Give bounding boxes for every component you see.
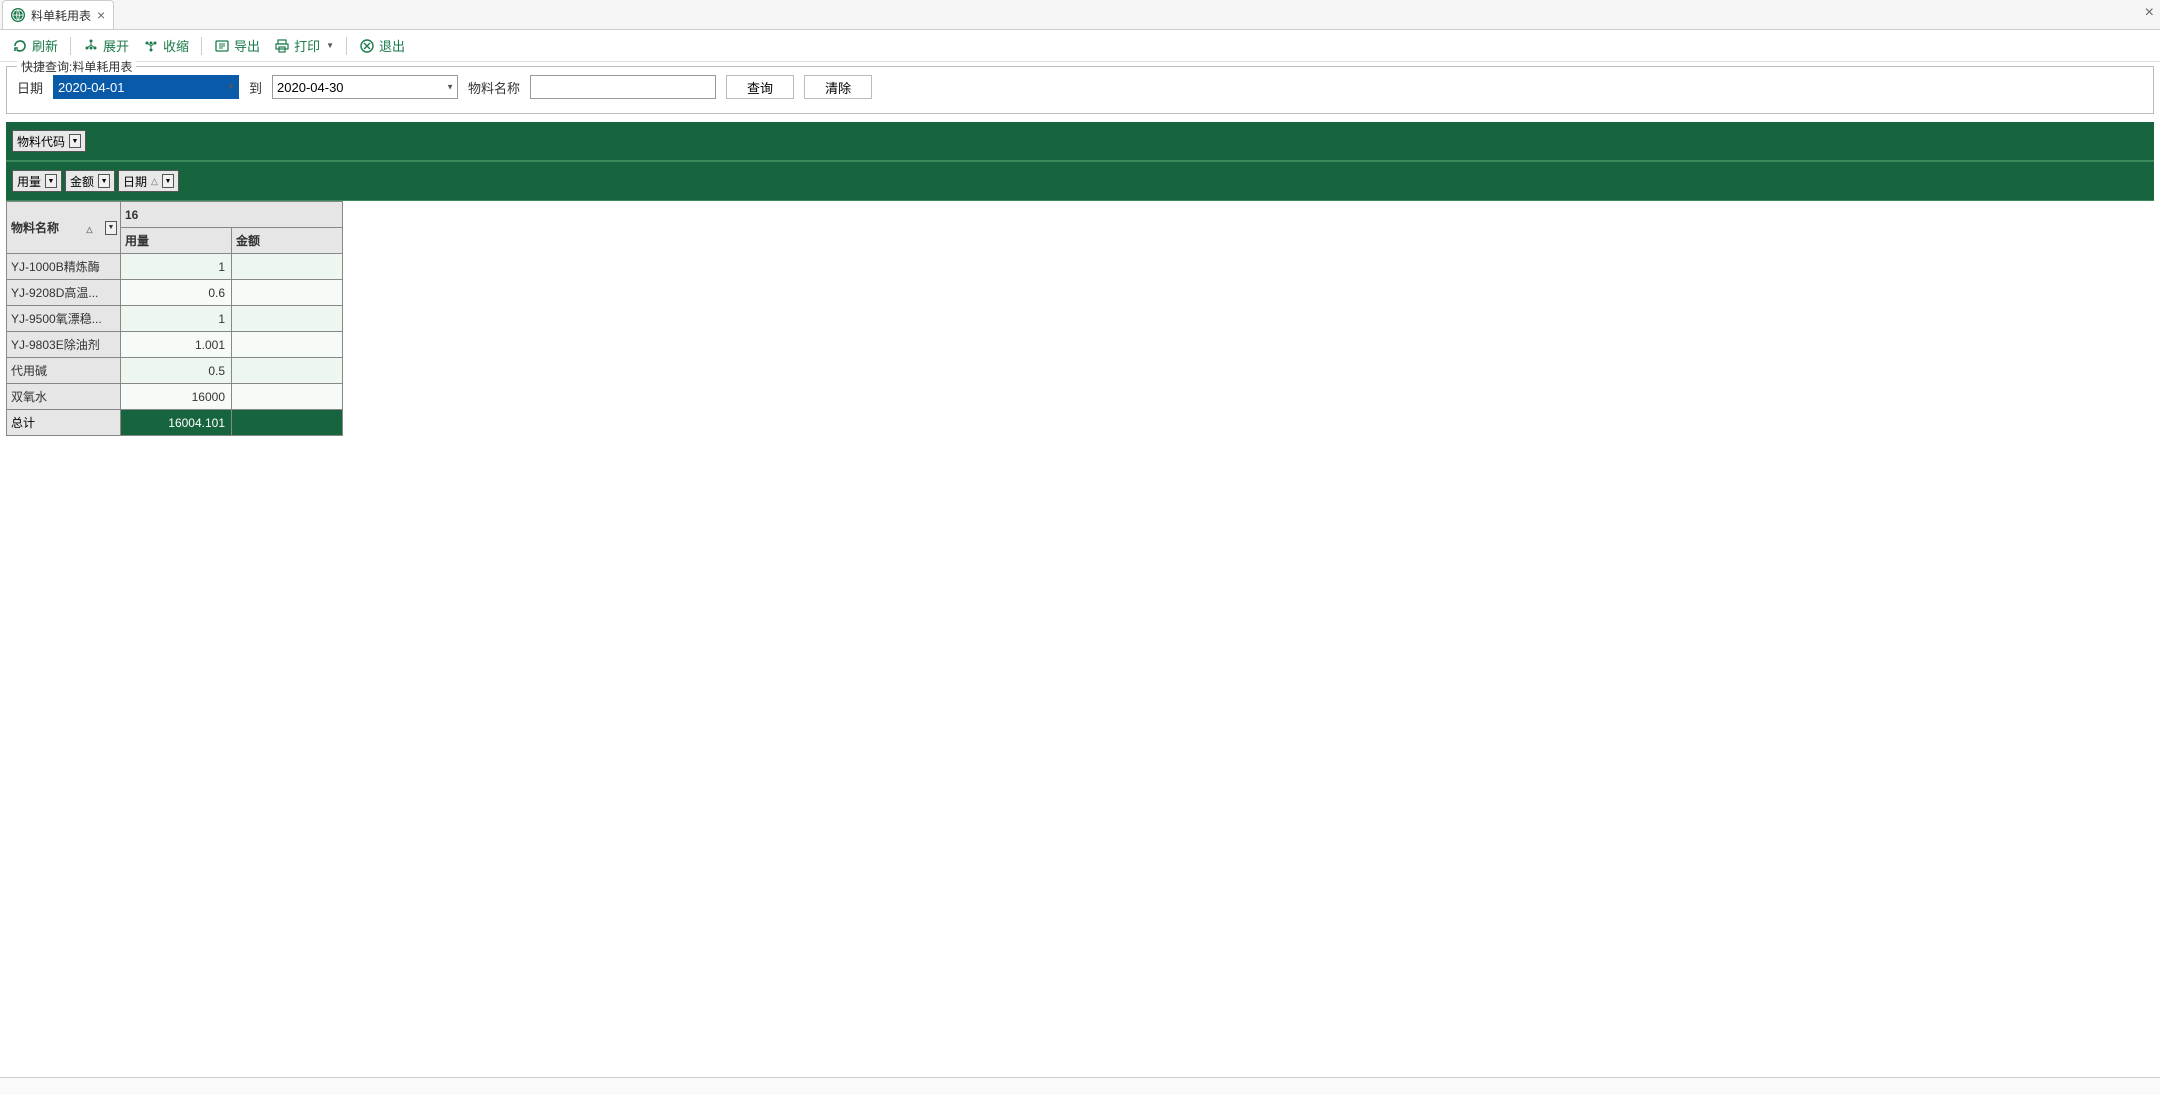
cell-amount xyxy=(232,384,343,410)
exit-icon xyxy=(359,38,375,54)
export-label: 导出 xyxy=(234,36,260,55)
refresh-label: 刷新 xyxy=(32,36,58,55)
status-bar xyxy=(0,1077,2160,1095)
cell-amount xyxy=(232,254,343,280)
row-label: YJ-9803E除油剂 xyxy=(7,332,121,358)
row-label: YJ-1000B精炼酶 xyxy=(7,254,121,280)
cell-amount xyxy=(232,358,343,384)
data-chip-usage[interactable]: 用量 ▼ xyxy=(12,170,62,192)
chevron-down-icon[interactable]: ▼ xyxy=(45,174,57,188)
collapse-icon xyxy=(143,38,159,54)
toolbar-separator xyxy=(201,37,202,55)
date-to-label: 到 xyxy=(249,78,262,97)
toolbar: 刷新 展开 收缩 导出 打印 ▼ 退出 xyxy=(0,30,2160,62)
pivot-data-drop-area[interactable]: 用量 ▼ 金额 ▼ 日期 △ ▼ xyxy=(6,161,2154,201)
sort-asc-icon: △ xyxy=(86,225,92,234)
export-icon xyxy=(214,38,230,54)
chip-label: 用量 xyxy=(17,173,41,190)
table-row[interactable]: YJ-9803E除油剂 1.001 xyxy=(7,332,343,358)
cell-usage: 0.6 xyxy=(121,280,232,306)
chevron-down-icon: ▼ xyxy=(326,41,334,50)
chevron-down-icon[interactable]: ▼ xyxy=(69,134,81,148)
query-button[interactable]: 查询 xyxy=(726,75,794,99)
filter-row: 日期 ▼ 到 ▼ 物料名称 查询 清除 xyxy=(17,75,2143,99)
cell-usage: 16000 xyxy=(121,384,232,410)
chevron-down-icon[interactable]: ▼ xyxy=(105,221,117,235)
sub-column-amount[interactable]: 金额 xyxy=(232,228,343,254)
toolbar-separator xyxy=(346,37,347,55)
table-row[interactable]: 代用碱 0.5 xyxy=(7,358,343,384)
cell-usage: 1 xyxy=(121,254,232,280)
pivot-column-drop-area[interactable]: 物料代码 ▼ xyxy=(6,122,2154,161)
chip-label: 物料代码 xyxy=(17,133,65,150)
sort-asc-icon: △ xyxy=(151,176,158,187)
expand-button[interactable]: 展开 xyxy=(77,34,135,57)
refresh-icon xyxy=(12,38,28,54)
print-button[interactable]: 打印 ▼ xyxy=(268,34,340,57)
total-label: 总计 xyxy=(7,410,121,436)
tab-bar: 料单耗用表 × × xyxy=(0,0,2160,30)
data-chip-amount[interactable]: 金额 ▼ xyxy=(65,170,115,192)
total-row: 总计 16004.101 xyxy=(7,410,343,436)
expand-label: 展开 xyxy=(103,36,129,55)
row-label: YJ-9500氧漂稳... xyxy=(7,306,121,332)
pivot-table: 物料名称 △ ▼ 16 用量 金额 YJ-1000B精炼酶 1 YJ-9208D… xyxy=(6,201,343,436)
window-close-icon[interactable]: × xyxy=(2145,4,2154,22)
refresh-button[interactable]: 刷新 xyxy=(6,34,64,57)
data-chip-date[interactable]: 日期 △ ▼ xyxy=(118,170,179,192)
collapse-button[interactable]: 收缩 xyxy=(137,34,195,57)
tab-close-icon[interactable]: × xyxy=(97,7,105,23)
cell-usage: 0.5 xyxy=(121,358,232,384)
cell-amount xyxy=(232,280,343,306)
material-name-label: 物料名称 xyxy=(468,78,520,97)
print-icon xyxy=(274,38,290,54)
table-row[interactable]: YJ-9208D高温... 0.6 xyxy=(7,280,343,306)
cell-amount xyxy=(232,332,343,358)
chevron-down-icon[interactable]: ▼ xyxy=(98,174,110,188)
pivot-grid: 物料代码 ▼ 用量 ▼ 金额 ▼ 日期 △ ▼ 物料名称 △ ▼ 16 xyxy=(6,122,2154,436)
cell-usage: 1.001 xyxy=(121,332,232,358)
date-label: 日期 xyxy=(17,78,43,97)
chip-label: 金额 xyxy=(70,173,94,190)
print-label: 打印 xyxy=(294,36,320,55)
date-from-input[interactable] xyxy=(53,75,239,99)
row-header-label: 物料名称 xyxy=(11,219,59,236)
exit-button[interactable]: 退出 xyxy=(353,34,411,57)
tab-title: 料单耗用表 xyxy=(31,7,91,24)
row-header-material-name[interactable]: 物料名称 △ ▼ xyxy=(7,202,121,254)
clear-button[interactable]: 清除 xyxy=(804,75,872,99)
total-amount xyxy=(232,410,343,436)
expand-icon xyxy=(83,38,99,54)
sub-column-usage[interactable]: 用量 xyxy=(121,228,232,254)
row-label: YJ-9208D高温... xyxy=(7,280,121,306)
globe-icon xyxy=(11,8,25,22)
column-chip-material-code[interactable]: 物料代码 ▼ xyxy=(12,130,86,152)
export-button[interactable]: 导出 xyxy=(208,34,266,57)
chevron-down-icon[interactable]: ▼ xyxy=(162,174,174,188)
table-row[interactable]: YJ-9500氧漂稳... 1 xyxy=(7,306,343,332)
row-label: 双氧水 xyxy=(7,384,121,410)
filter-legend: 快捷查询:料单耗用表 xyxy=(17,58,136,75)
row-label: 代用碱 xyxy=(7,358,121,384)
cell-amount xyxy=(232,306,343,332)
tab-material-usage[interactable]: 料单耗用表 × xyxy=(2,0,114,29)
collapse-label: 收缩 xyxy=(163,36,189,55)
total-usage: 16004.101 xyxy=(121,410,232,436)
table-row[interactable]: YJ-1000B精炼酶 1 xyxy=(7,254,343,280)
table-row[interactable]: 双氧水 16000 xyxy=(7,384,343,410)
column-group-header[interactable]: 16 xyxy=(121,202,343,228)
cell-usage: 1 xyxy=(121,306,232,332)
toolbar-separator xyxy=(70,37,71,55)
exit-label: 退出 xyxy=(379,36,405,55)
chip-label: 日期 xyxy=(123,173,147,190)
material-name-input[interactable] xyxy=(530,75,716,99)
date-to-input[interactable] xyxy=(272,75,458,99)
filter-panel: 快捷查询:料单耗用表 日期 ▼ 到 ▼ 物料名称 查询 清除 xyxy=(6,66,2154,114)
